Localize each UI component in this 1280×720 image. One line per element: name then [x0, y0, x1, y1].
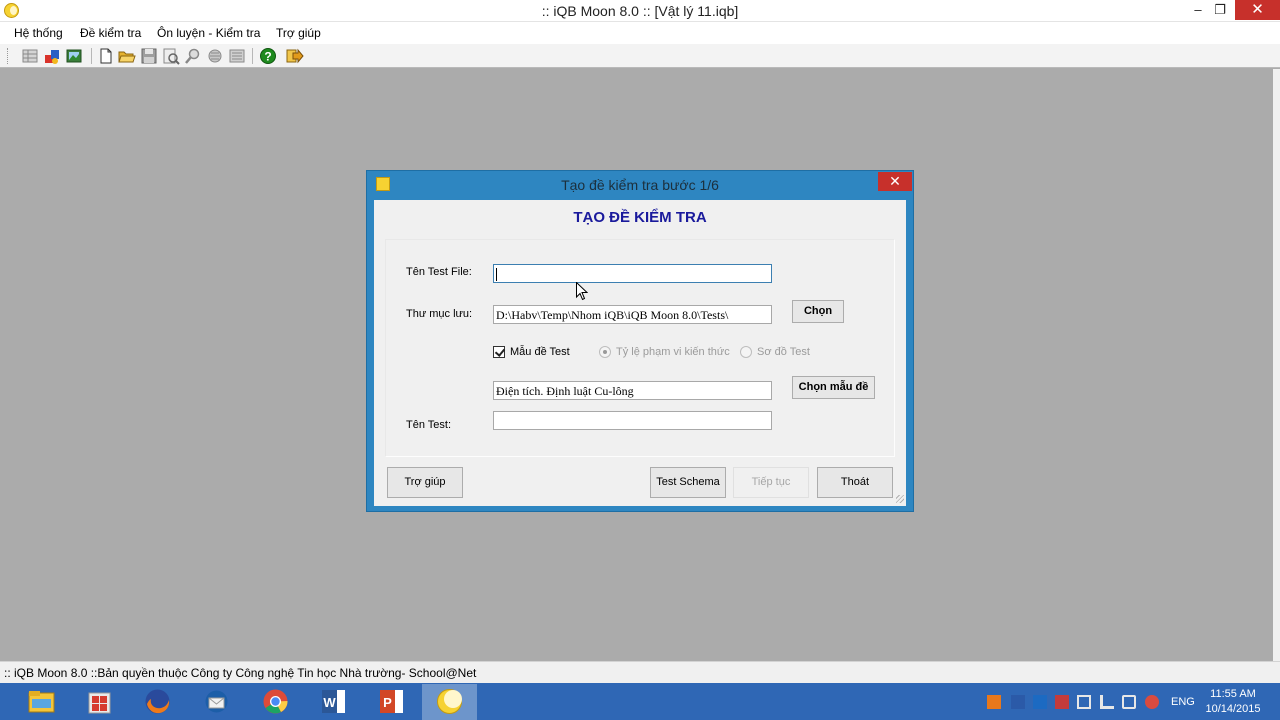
radio-test-diagram[interactable]: [740, 346, 752, 358]
window-titlebar: :: iQB Moon 8.0 :: [Vật lý 11.iqb] – ❐ ✕: [0, 0, 1280, 22]
window-title: :: iQB Moon 8.0 :: [Vật lý 11.iqb]: [541, 3, 739, 19]
taskbar-iqb-moon[interactable]: [422, 684, 477, 720]
firefox-icon: [143, 687, 172, 716]
choose-template-button[interactable]: Chọn mẫu đề: [792, 376, 875, 399]
tray-flag-icon[interactable]: [1100, 695, 1114, 709]
folder-label: Thư mục lưu:: [406, 308, 473, 320]
list-icon[interactable]: [228, 47, 246, 65]
svg-text:W: W: [323, 695, 336, 710]
file-explorer-icon: [27, 687, 56, 716]
taskbar-chrome[interactable]: [248, 684, 303, 720]
help-icon[interactable]: ?: [259, 47, 277, 65]
clock-date: 10/14/2015: [1205, 703, 1261, 715]
tools-icon[interactable]: [43, 47, 61, 65]
exit-icon[interactable]: [286, 47, 304, 65]
powerpoint-icon: P: [377, 687, 406, 716]
workspace-edge: [1273, 69, 1280, 661]
menu-on-luyen-kiem-tra[interactable]: Ôn luyện - Kiểm tra: [157, 26, 260, 40]
status-bar: :: iQB Moon 8.0 ::Bản quyền thuộc Công t…: [0, 661, 1280, 683]
menu-tro-giup[interactable]: Trợ giúp: [276, 26, 321, 40]
menu-he-thong[interactable]: Hệ thống: [14, 26, 63, 40]
restore-button[interactable]: ❐: [1205, 0, 1235, 20]
preview-icon[interactable]: [162, 47, 180, 65]
chrome-icon: [261, 687, 290, 716]
continue-button[interactable]: Tiếp tục: [733, 467, 809, 498]
tray-app-icon[interactable]: [987, 695, 1001, 709]
iqb-moon-icon: [435, 687, 464, 716]
store-icon: [85, 687, 114, 716]
menu-de-kiem-tra[interactable]: Đề kiểm tra: [80, 26, 141, 40]
radio-test-diagram-label: Sơ đồ Test: [757, 346, 810, 358]
folder-input[interactable]: D:\Habv\Temp\Nhom iQB\iQB Moon 8.0\Tests…: [493, 305, 772, 324]
choose-folder-button[interactable]: Chọn: [792, 300, 844, 323]
dialog-body: TẠO ĐỀ KIỂM TRA Tên Test File: Thư mục l…: [374, 200, 906, 506]
taskbar-powerpoint[interactable]: P: [364, 684, 419, 720]
create-test-dialog: Tạo đề kiểm tra bước 1/6 ✕ TẠO ĐỀ KIỂM T…: [366, 170, 914, 512]
svg-text:P: P: [383, 695, 392, 710]
thunderbird-icon: [202, 687, 231, 716]
test-name-label: Tên Test:: [406, 419, 452, 431]
grid-icon[interactable]: [21, 47, 39, 65]
exit-button[interactable]: Thoát: [817, 467, 893, 498]
template-input[interactable]: Điện tích. Định luật Cu-lông: [493, 381, 772, 400]
toolbar-grip: [7, 48, 10, 64]
tray-volume-icon[interactable]: [1145, 695, 1159, 709]
clock-time: 11:55 AM: [1210, 688, 1256, 700]
taskbar-word[interactable]: W: [306, 684, 361, 720]
taskbar-firefox[interactable]: [130, 684, 185, 720]
taskbar-file-explorer[interactable]: [14, 684, 69, 720]
test-schema-button[interactable]: Test Schema: [650, 467, 726, 498]
tray-network-icon[interactable]: [1077, 695, 1091, 709]
radio-knowledge-ratio[interactable]: [599, 346, 611, 358]
image-icon[interactable]: [65, 47, 83, 65]
tray-monitor-icon[interactable]: [1122, 695, 1136, 709]
tray-shield-icon[interactable]: [1011, 695, 1025, 709]
template-checkbox[interactable]: [493, 346, 505, 358]
help-button[interactable]: Trợ giúp: [387, 467, 463, 498]
tray-v-icon[interactable]: [1055, 695, 1069, 709]
dialog-close-button[interactable]: ✕: [878, 172, 912, 191]
dialog-title: Tạo đề kiểm tra bước 1/6: [561, 177, 719, 193]
template-checkbox-label: Mẫu đề Test: [510, 346, 570, 358]
save-icon[interactable]: [140, 47, 158, 65]
word-icon: W: [319, 687, 348, 716]
test-file-input[interactable]: [493, 264, 772, 283]
tray-language[interactable]: ENG: [1171, 696, 1195, 708]
tray-clock[interactable]: 11:55 AM 10/14/2015: [1203, 687, 1263, 717]
taskbar-thunderbird[interactable]: [189, 684, 244, 720]
svg-text:?: ?: [264, 50, 271, 64]
toolbar-separator: [91, 48, 92, 64]
test-name-input[interactable]: [493, 411, 772, 430]
search-icon[interactable]: [184, 47, 202, 65]
taskbar: W P ENG 11:55 AM 10/14/2015: [0, 683, 1280, 720]
filter-icon[interactable]: [206, 47, 224, 65]
new-file-icon[interactable]: [97, 47, 115, 65]
menu-bar: Hệ thống Đề kiểm tra Ôn luyện - Kiểm tra…: [0, 22, 1280, 44]
taskbar-store[interactable]: [72, 684, 127, 720]
toolbar: ?: [0, 44, 1280, 68]
resize-grip[interactable]: [896, 495, 904, 503]
tray-s-icon[interactable]: [1033, 695, 1047, 709]
open-folder-icon[interactable]: [118, 47, 136, 65]
radio-knowledge-ratio-label: Tỷ lệ phạm vi kiến thức: [616, 346, 730, 358]
dialog-heading: TẠO ĐỀ KIỂM TRA: [573, 209, 707, 226]
text-caret: [496, 268, 497, 281]
close-button[interactable]: ✕: [1235, 0, 1280, 20]
test-file-label: Tên Test File:: [406, 266, 472, 278]
toolbar-separator: [252, 48, 253, 64]
